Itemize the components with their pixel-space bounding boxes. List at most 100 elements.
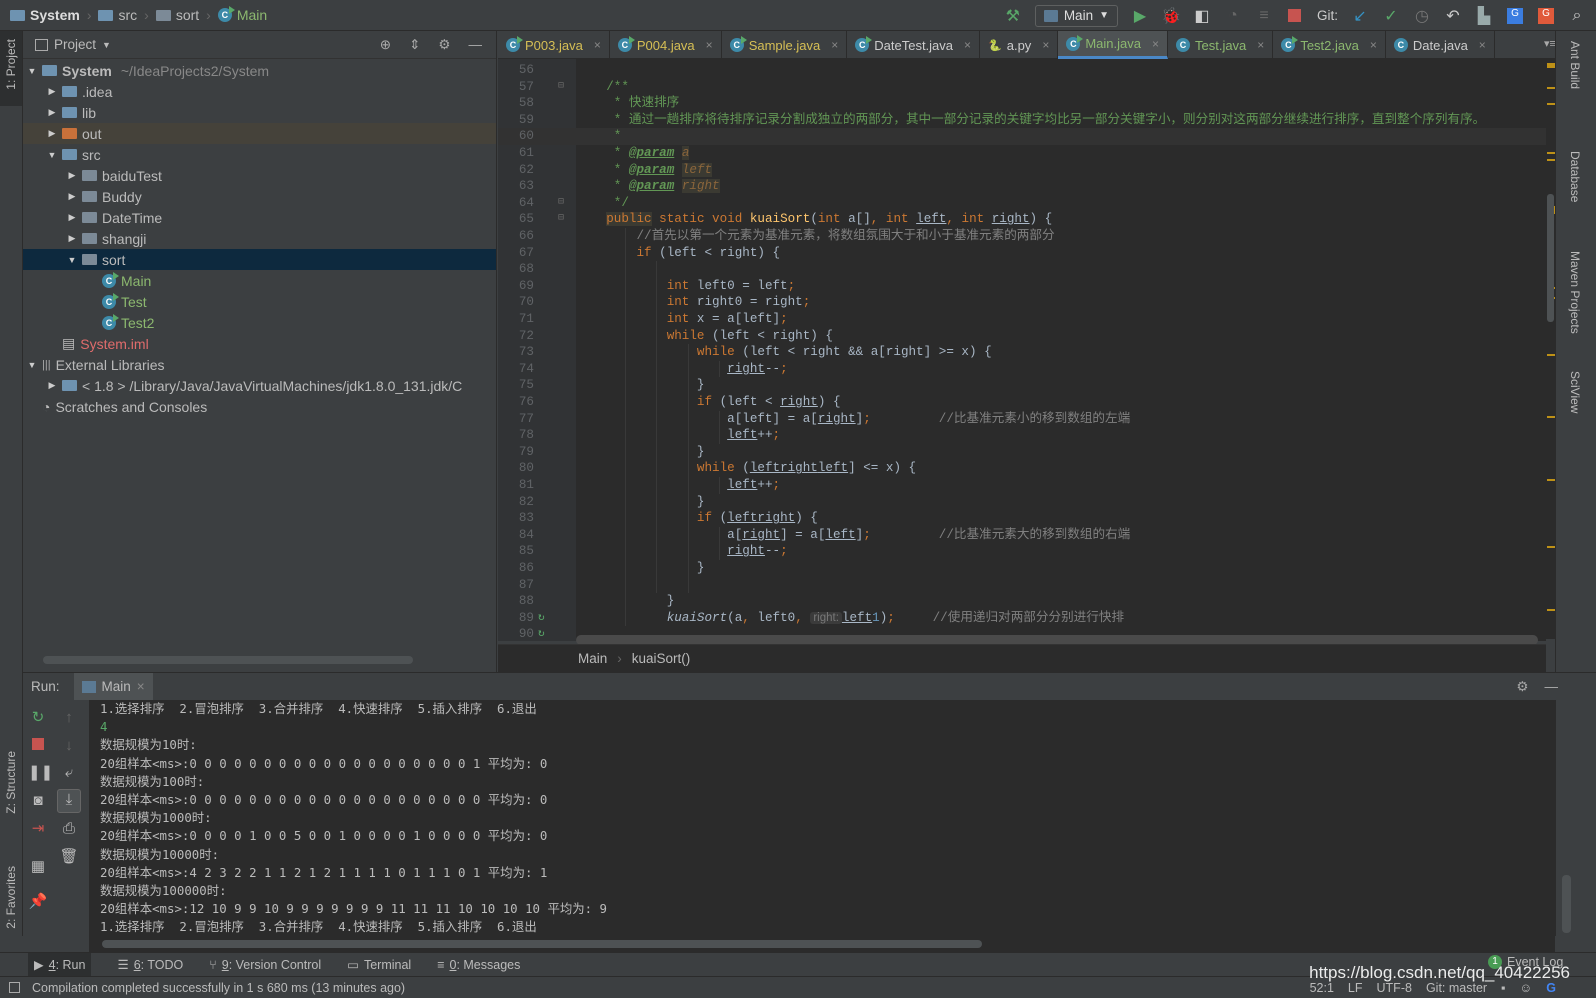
favorites-tool-button[interactable]: 2: Favorites [4,866,18,929]
pin-icon[interactable]: 📌 [28,892,48,912]
tool-button-versioncontrol[interactable]: ⑂ 9: Version Control [209,958,321,972]
tree-item[interactable]: ▶ < 1.8 > /Library/Java/JavaVirtualMachin… [23,375,496,396]
tool-button-todo[interactable]: ☰ 6: TODO [117,957,183,973]
gear-icon[interactable]: ⚙ [1516,679,1528,695]
rerun-icon[interactable]: ↻ [28,708,48,728]
tab-sample-java[interactable]: C Sample.java × [722,31,848,59]
breadcrumb-class[interactable]: Main [578,651,607,666]
google-translate-alt-icon[interactable]: G [1537,7,1555,25]
run-configuration-select[interactable]: Main ▼ [1034,4,1118,27]
console-output[interactable]: 1.选择排序 2.冒泡排序 3.合并排序 4.快速排序 5.插入排序 6.退出 4… [89,700,1555,952]
hide-icon[interactable]: — [1545,679,1559,695]
close-icon[interactable]: × [706,38,713,52]
git-commit-icon[interactable]: ✓ [1382,7,1400,25]
expand-down-icon[interactable]: ▼ [47,150,57,160]
tab-datetest-java[interactable]: C DateTest.java × [847,31,981,59]
close-icon[interactable]: × [1479,38,1486,52]
editor-vertical-scrollbar[interactable] [1547,194,1554,322]
sciview-tool-button[interactable]: SciView [1568,371,1582,413]
soft-wrap-icon[interactable]: ⤶ [59,763,79,783]
debug-bug-icon[interactable]: 🐞 [1161,7,1181,25]
close-icon[interactable]: × [137,679,145,694]
tab-date-java[interactable]: C Date.java × [1386,31,1495,59]
close-icon[interactable]: × [594,38,601,52]
chevron-down-icon[interactable]: ▼ [102,40,111,50]
stop-icon[interactable] [28,736,48,756]
tab-a-py[interactable]: 🐍 a.py × [980,31,1059,59]
tab-test2-java[interactable]: C Test2.java × [1273,31,1386,59]
maven-projects-tool-button[interactable]: Maven Projects [1568,251,1582,334]
run-to-cursor-icon[interactable]: ≡ [1255,7,1273,25]
tool-button-messages[interactable]: ≡ 0: Messages [437,958,520,972]
expand-right-icon[interactable]: ▶ [47,107,57,118]
tree-item[interactable]: ▼ ||| External Libraries [23,354,496,375]
run-icon[interactable]: ▶ [1131,7,1149,25]
tree-item[interactable]: C Test2 [23,312,496,333]
project-horizontal-scrollbar[interactable] [43,656,413,664]
close-icon[interactable]: × [1152,37,1159,51]
expand-right-icon[interactable]: ▶ [67,191,77,202]
down-arrow-icon[interactable]: ↓ [59,736,79,756]
close-icon[interactable]: × [1370,38,1377,52]
scroll-to-end-icon[interactable]: ⤓ [57,789,81,813]
tool-button-terminal[interactable]: ▭ Terminal [347,957,411,973]
breadcrumb-method[interactable]: kuaiSort() [632,651,691,666]
tree-item[interactable]: ▶ out [23,123,496,144]
tool-button-run[interactable]: ▶ 4: Run [28,953,92,976]
tree-item[interactable]: ▼ src [23,144,496,165]
search-icon[interactable]: ⌕ [1568,7,1586,25]
google-translate-icon[interactable]: G [1506,7,1524,25]
expand-right-icon[interactable]: ▶ [67,212,77,223]
tree-item[interactable]: ▶ Buddy [23,186,496,207]
close-icon[interactable]: × [1257,38,1264,52]
fold-icon[interactable]: ⊟ [558,211,564,228]
build-hammer-icon[interactable]: ⚒ [1004,7,1022,25]
coverage-icon[interactable]: ◧ [1193,7,1211,25]
project-structure-icon[interactable]: ▙ [1475,7,1493,25]
tree-item[interactable]: ▶ .idea [23,81,496,102]
tree-item[interactable]: C Main [23,270,496,291]
database-tool-button[interactable]: Database [1568,151,1582,202]
structure-tool-button[interactable]: Z: Structure [4,751,18,814]
close-icon[interactable]: × [1042,38,1049,52]
nav-crumb-main[interactable]: Main [237,7,267,23]
git-update-icon[interactable]: ↙ [1351,7,1369,25]
camera-icon[interactable]: ◙ [28,791,48,811]
git-history-icon[interactable]: ◷ [1413,7,1431,25]
expand-right-icon[interactable]: ▶ [47,86,57,97]
expand-right-icon[interactable]: ▶ [67,170,77,181]
fold-icon[interactable]: ⊟ [558,79,564,96]
tree-item[interactable]: ▶ lib [23,102,496,123]
gear-icon[interactable]: ⚙ [438,37,450,53]
nav-crumb-sort[interactable]: sort [176,7,199,23]
print-icon[interactable]: ⎙ [59,819,79,839]
tree-item[interactable]: ▶ shangji [23,228,496,249]
tab-test-java[interactable]: C Test.java × [1168,31,1274,59]
console-vertical-scrollbar[interactable] [1562,875,1571,933]
profile-icon[interactable]: ◔ [1224,7,1242,25]
tree-item[interactable]: C Test [23,291,496,312]
project-view-select[interactable]: Project [54,37,96,52]
expand-right-icon[interactable]: ▶ [47,128,57,139]
run-tab-main[interactable]: Main × [73,673,153,700]
expand-down-icon[interactable]: ▼ [27,360,37,370]
ant-build-tool-button[interactable]: Ant Build [1568,41,1582,89]
tab-main-java[interactable]: C Main.java × [1058,31,1168,59]
exit-icon[interactable]: ⇥ [28,819,48,839]
code-editor[interactable]: 56 57 ⊟ /** 58 * 快速排序 59 * 通过一趟排序将待排序记录分割成独立… [498,59,1546,641]
collapse-all-icon[interactable]: ⇕ [409,37,420,53]
status-toggle-icon[interactable] [9,982,20,993]
warning-marker[interactable] [1547,63,1555,68]
tab-p003-java[interactable]: C P003.java × [498,31,610,59]
tree-item[interactable]: ▼ System ~/IdeaProjects2/System [23,60,496,81]
trash-icon[interactable]: 🗑 [59,847,79,867]
up-arrow-icon[interactable]: ↑ [59,708,79,728]
layout-icon[interactable]: ▦ [28,857,48,877]
tree-item[interactable]: ▶ DateTime [23,207,496,228]
error-stripe[interactable] [1546,59,1555,639]
nav-crumb-src[interactable]: src [118,7,137,23]
pause-icon[interactable]: ❚❚ [28,763,53,783]
locate-icon[interactable]: ⊕ [380,37,391,53]
tree-item[interactable]: ▶ baiduTest [23,165,496,186]
console-horizontal-scrollbar[interactable] [102,940,982,948]
